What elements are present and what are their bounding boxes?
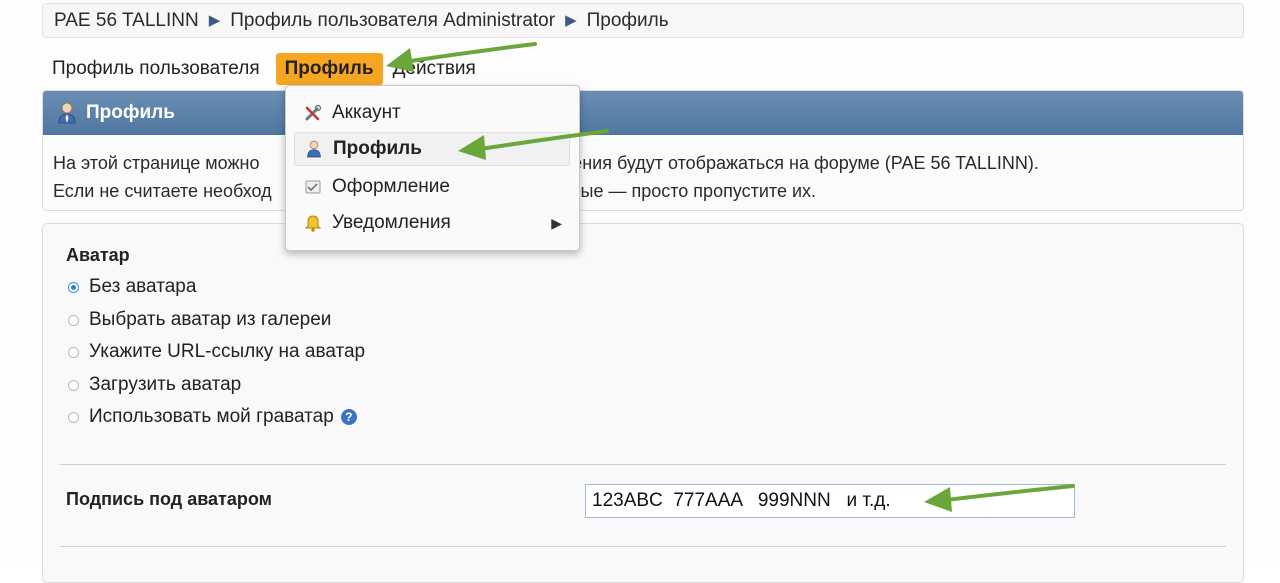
radio-button[interactable] xyxy=(68,281,79,293)
appearance-icon xyxy=(304,178,322,196)
breadcrumb-separator-icon: ▶ xyxy=(208,11,221,29)
signature-input[interactable] xyxy=(585,484,1075,518)
divider xyxy=(60,546,1226,547)
radio-button[interactable] xyxy=(68,379,79,391)
description-line1-left: На этой странице можно xyxy=(53,153,260,173)
radio-label: Укажите URL-ссылку на аватар xyxy=(89,341,366,362)
menu-item-appearance[interactable]: Оформление xyxy=(294,170,570,204)
avatar-option-none[interactable]: Без аватара xyxy=(68,276,196,298)
description-line2-left: Если не считаете необход xyxy=(53,181,272,201)
radio-label: Использовать мой граватар xyxy=(89,406,334,427)
radio-label: Загрузить аватар xyxy=(89,374,242,395)
user-icon xyxy=(305,140,323,158)
avatar-option-url[interactable]: Укажите URL-ссылку на аватар xyxy=(68,341,365,363)
description-line2-right: нные — просто пропустите их. xyxy=(560,181,817,201)
profile-info-panel: Профиль На этой странице можно Эти сведен… xyxy=(42,90,1244,211)
menu-item-label: Уведомления xyxy=(332,212,451,233)
help-icon[interactable]: ? xyxy=(340,409,357,425)
menu-item-label: Оформление xyxy=(332,176,450,197)
breadcrumb-separator-icon: ▶ xyxy=(565,11,577,29)
menu-item-label: Профиль xyxy=(333,138,422,159)
breadcrumb-item-forum[interactable]: PAE 56 TALLINN xyxy=(54,10,199,32)
breadcrumb-item-user-profile[interactable]: Профиль пользователя Administrator xyxy=(230,10,555,32)
tools-icon xyxy=(304,104,322,122)
user-icon xyxy=(58,102,76,124)
avatar-option-gallery[interactable]: Выбрать аватар из галереи xyxy=(68,309,331,331)
breadcrumb: PAE 56 TALLINN ▶ Профиль пользователя Ad… xyxy=(42,3,1244,38)
menu-item-notifications[interactable]: Уведомления ▶ xyxy=(294,206,570,240)
radio-label: Выбрать аватар из галереи xyxy=(89,309,332,330)
avatar-option-upload[interactable]: Загрузить аватар xyxy=(68,374,241,396)
radio-button[interactable] xyxy=(68,346,79,358)
panel-header: Профиль xyxy=(43,91,1243,135)
menu-item-profile[interactable]: Профиль xyxy=(294,132,570,166)
radio-label: Без аватара xyxy=(89,276,197,297)
tab-actions[interactable]: Действия xyxy=(383,54,486,84)
submenu-arrow-icon: ▶ xyxy=(551,214,562,231)
divider xyxy=(60,464,1226,465)
signature-label: Подпись под аватаром xyxy=(66,489,272,509)
profile-tabs: Профиль пользователя Профиль Действия xyxy=(42,52,486,86)
radio-button[interactable] xyxy=(68,411,79,423)
menu-item-label: Аккаунт xyxy=(332,102,401,123)
profile-form-panel xyxy=(42,223,1244,583)
avatar-section-title: Аватар xyxy=(66,245,130,265)
radio-button[interactable] xyxy=(68,314,79,326)
bell-icon xyxy=(304,214,322,232)
panel-description: На этой странице можно Эти сведения будут… xyxy=(43,135,1243,205)
tab-profile[interactable]: Профиль xyxy=(275,53,383,85)
tab-user-profile[interactable]: Профиль пользователя xyxy=(42,54,270,84)
profile-dropdown-menu: Аккаунт Профиль Оформление Уведомления ▶ xyxy=(285,85,580,251)
panel-title: Профиль xyxy=(86,102,175,123)
avatar-option-gravatar[interactable]: Использовать мой граватар ? xyxy=(68,406,357,428)
menu-item-account[interactable]: Аккаунт xyxy=(294,96,570,130)
breadcrumb-item-current: Профиль xyxy=(586,9,669,31)
